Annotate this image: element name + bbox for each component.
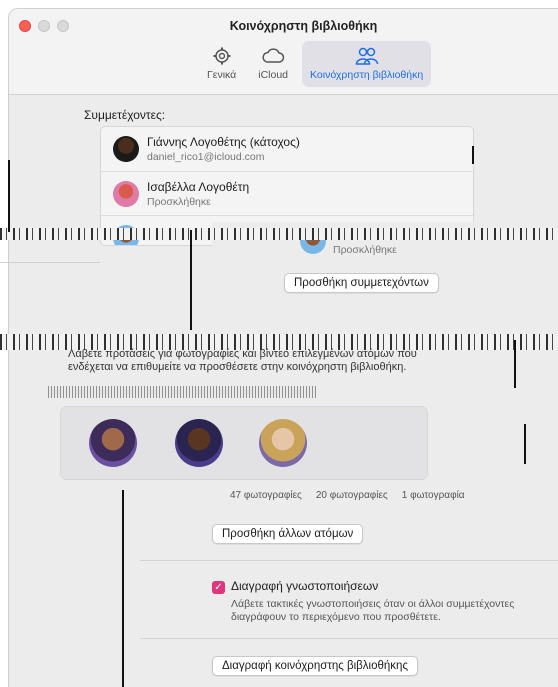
participant-row[interactable]: Ισαβέλλα Λογοθέτη Προσκλήθηκε: [101, 171, 473, 215]
titlebar: Κοινόχρηστη βιβλιοθήκη Γενικά iCloud Κοι…: [9, 9, 558, 95]
photo-counts: 47 φωτογραφίες 20 φωτογραφίες 1 φωτογραφ…: [230, 490, 479, 501]
divider: [0, 262, 100, 263]
render-artifact-line: [524, 424, 526, 464]
people-heading-garbled: [48, 386, 318, 398]
window-title: Κοινόχρηστη βιβλιοθήκη: [229, 19, 378, 33]
divider: [140, 638, 558, 639]
people-icon: [355, 47, 378, 65]
tab-general[interactable]: Γενικά: [199, 41, 244, 87]
tab-icloud-label: iCloud: [258, 69, 289, 81]
person-face[interactable]: [175, 419, 223, 467]
photo-count: 20 φωτογραφίες: [315, 490, 388, 501]
tab-icloud[interactable]: iCloud: [250, 41, 296, 87]
tab-shared-library-label: Κοινόχρηστη βιβλιοθήκη: [310, 69, 424, 81]
tab-general-label: Γενικά: [207, 69, 237, 81]
add-others-wrapper: Προσθήκη άλλων ατόμων: [212, 524, 364, 544]
avatar: [113, 180, 139, 207]
gear-icon: [213, 47, 231, 65]
avatar: [113, 136, 139, 162]
notifications-title: Διαγραφή γνωστοποιήσεων: [231, 579, 379, 593]
add-participants-button[interactable]: Προσθήκη συμμετεχόντων: [284, 273, 439, 293]
participant-status: Προσκλήθηκε: [333, 244, 397, 256]
divider: [140, 560, 558, 561]
participant-name: Ισαβέλλα Λογοθέτη: [147, 179, 250, 194]
participant-email: daniel_rico1@icloud.com: [147, 151, 265, 163]
participant-name: Γιάννης Λογοθέτης (κάτοχος): [147, 135, 300, 149]
participants-heading: Συμμετέχοντες:: [84, 108, 166, 122]
tab-shared-library[interactable]: Κοινόχρηστη βιβλιοθήκη: [302, 41, 432, 87]
render-artifact-line: [190, 230, 192, 330]
add-others-button[interactable]: Προσθήκη άλλων ατόμων: [212, 524, 364, 544]
person-face[interactable]: [89, 419, 137, 467]
delete-shared-library-button[interactable]: Διαγραφή κοινόχρηστης βιβλιοθήκης: [212, 656, 418, 676]
participant-row[interactable]: Γιάννης Λογοθέτης (κάτοχος) daniel_rico1…: [101, 127, 473, 171]
suggested-people-card: [60, 406, 428, 480]
render-glitch-band: [0, 228, 558, 240]
person-face[interactable]: [259, 419, 307, 467]
photo-count: 47 φωτογραφίες: [230, 490, 302, 501]
suggestions-description: Λάβετε προτάσεις για φωτογραφίες και βίν…: [68, 348, 417, 373]
render-artifact-line: [514, 340, 516, 388]
toolbar-tabs: Γενικά iCloud Κοινόχρηστη βιβλιοθήκη: [199, 41, 432, 87]
photo-count: 1 φωτογραφία: [401, 490, 465, 501]
render-artifact-line: [472, 146, 474, 164]
delete-notifications-checkbox[interactable]: ✓: [212, 581, 225, 594]
render-artifact-line: [122, 490, 124, 687]
add-participants-wrapper: Προσθήκη συμμετεχόντων: [284, 273, 439, 293]
cloud-icon: [262, 48, 285, 63]
notifications-description: Λάβετε τακτικές γνωστοποιήσεις όταν οι ά…: [231, 598, 515, 623]
delete-library-wrapper: Διαγραφή κοινόχρηστης βιβλιοθήκης: [212, 656, 418, 676]
render-artifact-line: [8, 160, 10, 232]
participant-status: Προσκλήθηκε: [147, 195, 211, 208]
